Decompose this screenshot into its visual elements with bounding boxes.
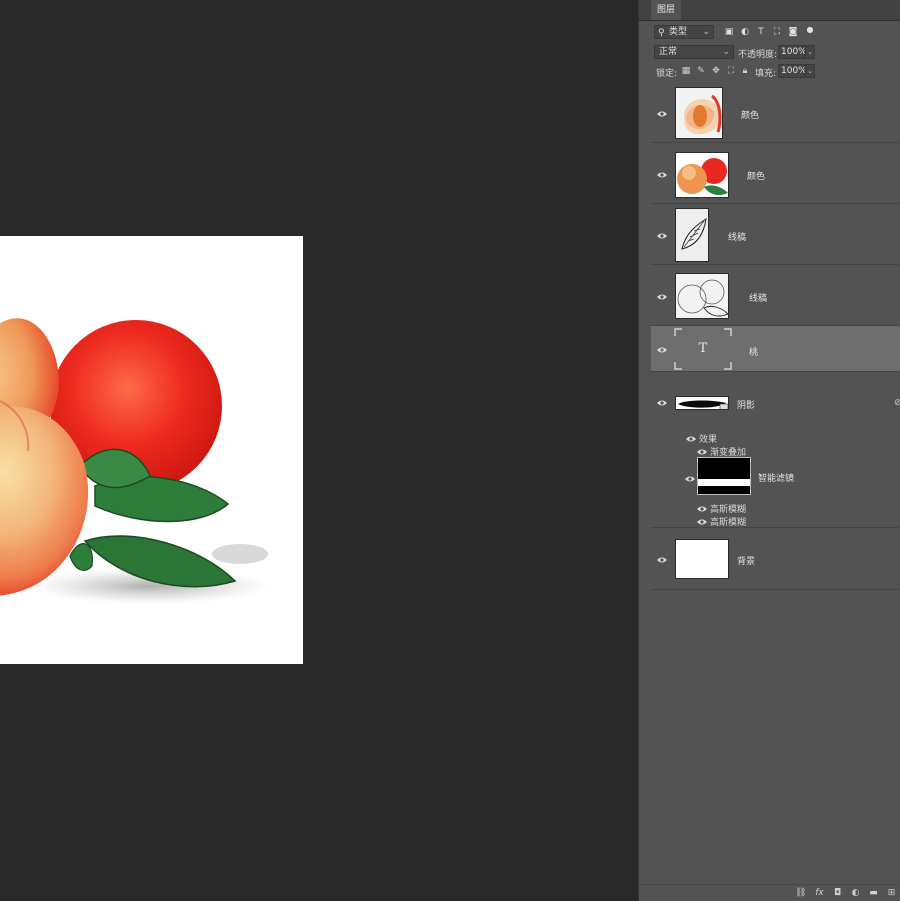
document-workspace xyxy=(0,0,638,900)
layer-filter-row: ⚲ 类型 ⌄ ▣ ◐ T ⛶ ◙ ● xyxy=(639,24,900,42)
visibility-eye-icon[interactable] xyxy=(657,556,667,564)
smart-object-filter-icon[interactable]: ◙ xyxy=(788,27,798,37)
layer-list: 颜色 颜色 线稿 线稿 T 桃 阴影 ⊘ 效果 渐变叠加 智能滤镜 高斯模糊 高… xyxy=(651,82,900,590)
layer-thumbnail xyxy=(675,396,729,410)
filter-item-label: 高斯模糊 xyxy=(710,505,747,515)
layer-row[interactable]: 颜色 xyxy=(651,82,900,143)
filter-toggle-icon[interactable]: ● xyxy=(805,25,815,35)
layer-name[interactable]: 线稿 xyxy=(728,230,746,243)
effects-row[interactable]: 效果 xyxy=(686,432,717,445)
lock-transparent-icon[interactable]: ▦ xyxy=(681,66,691,76)
lock-fill-row: 锁定: ▦ ✎ ✥ ⛶ 🔒︎ 填充: 100% ⌄ xyxy=(639,63,900,81)
layer-row-selected[interactable]: T 桃 xyxy=(651,326,900,372)
layer-row[interactable]: 线稿 xyxy=(651,265,900,326)
visibility-eye-icon[interactable] xyxy=(685,475,695,483)
effects-label: 效果 xyxy=(699,435,718,445)
visibility-eye-icon[interactable] xyxy=(697,505,707,513)
fill-label: 填充: xyxy=(755,69,777,79)
filter-item-row[interactable]: 高斯模糊 xyxy=(697,515,746,528)
opacity-input[interactable]: 100% xyxy=(778,45,807,59)
chevron-down-icon: ⌄ xyxy=(722,47,730,57)
smart-object-link-icon: ⊘ xyxy=(894,398,900,408)
layer-name[interactable]: 颜色 xyxy=(741,108,759,121)
blend-opacity-row: 正常 ⌄ 不透明度: 100% ⌄ xyxy=(639,44,900,62)
layer-row-with-effects[interactable]: 阴影 ⊘ 效果 渐变叠加 智能滤镜 高斯模糊 高斯模糊 xyxy=(651,372,900,528)
layer-row[interactable]: 颜色 xyxy=(651,143,900,204)
lock-image-icon[interactable]: ✎ xyxy=(696,66,706,76)
layer-thumbnail xyxy=(675,273,729,319)
smart-filter-label[interactable]: 智能滤镜 xyxy=(758,471,794,484)
filter-kind-select[interactable]: ⚲ 类型 ⌄ xyxy=(654,25,714,39)
peach-artwork xyxy=(0,318,270,604)
tab-layers[interactable]: 图层 xyxy=(651,0,682,20)
new-group-icon[interactable]: ▬ xyxy=(868,888,879,898)
blend-mode-select[interactable]: 正常 ⌄ xyxy=(654,45,734,59)
layer-row[interactable]: 线稿 xyxy=(651,204,900,265)
blend-mode-value: 正常 xyxy=(659,47,678,57)
layer-name[interactable]: 颜色 xyxy=(747,169,765,182)
visibility-eye-icon[interactable] xyxy=(697,448,707,456)
chevron-down-icon: ⌄ xyxy=(702,27,710,37)
layer-thumbnail xyxy=(675,539,729,579)
panel-tab-bar: 图层 xyxy=(639,0,900,21)
filter-kind-label: 类型 xyxy=(669,27,688,37)
layer-name[interactable]: 桃 xyxy=(749,345,758,358)
fill-input[interactable]: 100% xyxy=(778,64,807,78)
link-layers-icon[interactable]: ⛓ xyxy=(795,888,806,898)
visibility-eye-icon[interactable] xyxy=(657,171,667,179)
layers-panel: 图层 ⚲ 类型 ⌄ ▣ ◐ T ⛶ ◙ ● 正常 ⌄ 不透明度: 100% ⌄ … xyxy=(638,0,900,901)
lock-artboard-icon[interactable]: ⛶ xyxy=(726,66,736,76)
text-type-icon: T xyxy=(698,341,708,356)
type-filter-icon[interactable]: T xyxy=(756,27,766,37)
layer-name[interactable]: 背景 xyxy=(737,554,755,567)
layer-row-background[interactable]: 背景 xyxy=(651,528,900,590)
visibility-eye-icon[interactable] xyxy=(697,518,707,526)
lock-position-icon[interactable]: ✥ xyxy=(711,66,721,76)
visibility-eye-icon[interactable] xyxy=(657,232,667,240)
lock-label: 锁定: xyxy=(656,69,678,79)
layer-thumbnail xyxy=(675,152,729,198)
adjustment-filter-icon[interactable]: ◐ xyxy=(740,27,750,37)
visibility-eye-icon[interactable] xyxy=(657,346,667,354)
layer-thumbnail xyxy=(675,87,723,139)
document-canvas[interactable] xyxy=(0,236,303,664)
shape-filter-icon[interactable]: ⛶ xyxy=(772,27,782,37)
opacity-label: 不透明度: xyxy=(738,50,778,60)
layer-thumbnail xyxy=(675,208,709,262)
fx-icon[interactable]: fx xyxy=(814,888,825,898)
filter-item-label: 高斯模糊 xyxy=(710,518,747,528)
opacity-dropdown-icon[interactable]: ⌄ xyxy=(805,45,815,59)
smart-filter-mask-thumbnail xyxy=(697,457,751,495)
adjustment-layer-icon[interactable]: ◐ xyxy=(850,888,861,898)
visibility-eye-icon[interactable] xyxy=(657,110,667,118)
add-mask-icon[interactable]: ◘ xyxy=(832,888,843,898)
image-filter-icon[interactable]: ▣ xyxy=(724,27,734,37)
filter-item-row[interactable]: 高斯模糊 xyxy=(697,502,746,515)
text-layer-thumbnail: T xyxy=(674,328,732,370)
visibility-eye-icon[interactable] xyxy=(657,293,667,301)
visibility-eye-icon[interactable] xyxy=(686,435,696,443)
layer-name[interactable]: 线稿 xyxy=(749,291,767,304)
fill-dropdown-icon[interactable]: ⌄ xyxy=(805,64,815,78)
layer-name[interactable]: 阴影 xyxy=(737,398,755,411)
lock-all-icon[interactable]: 🔒︎ xyxy=(740,66,750,76)
layers-panel-footer: ⛓ fx ◘ ◐ ▬ ⊞ xyxy=(639,884,900,901)
search-icon: ⚲ xyxy=(658,28,665,38)
new-layer-icon[interactable]: ⊞ xyxy=(886,888,897,898)
visibility-eye-icon[interactable] xyxy=(657,399,667,407)
